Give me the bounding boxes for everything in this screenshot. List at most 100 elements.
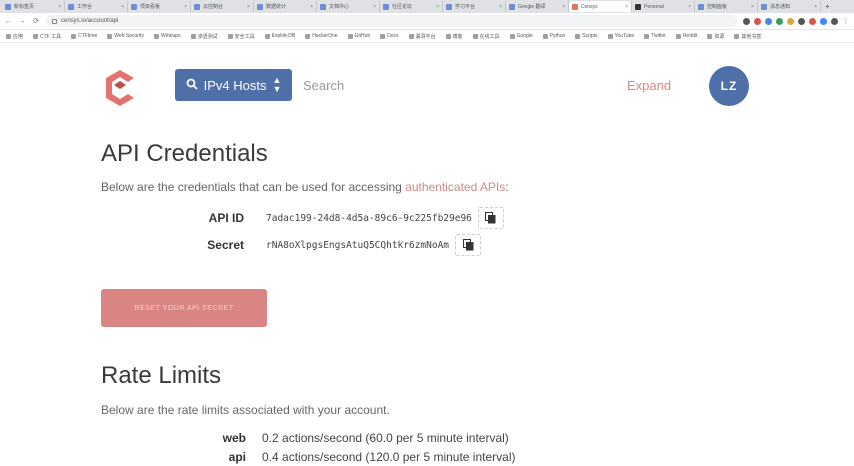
bookmark[interactable]: Writeups [153, 33, 181, 39]
bookmark[interactable]: 安全工具 [227, 33, 255, 40]
close-icon[interactable]: × [814, 4, 817, 10]
extension-icon[interactable] [754, 17, 761, 25]
bookmark[interactable]: Exploit-DB [264, 33, 295, 39]
close-icon[interactable]: × [121, 4, 124, 10]
extension-icon[interactable] [787, 17, 794, 25]
bookmark-icon [607, 33, 613, 39]
extension-icon[interactable] [798, 17, 805, 25]
forward-icon[interactable]: → [18, 18, 26, 25]
bookmark[interactable]: Twitter [644, 33, 666, 39]
browser-tab[interactable]: 云控制台 × [191, 1, 254, 12]
close-icon[interactable]: × [247, 4, 250, 10]
browser-tab[interactable]: Personal × [632, 1, 695, 12]
tab-favicon [194, 3, 200, 10]
browser-tab[interactable]: 数据统计 × [254, 1, 317, 12]
browser-tab[interactable]: 项目看板 × [128, 1, 191, 12]
extension-icon[interactable] [820, 17, 827, 25]
search-input[interactable] [303, 74, 563, 96]
bookmark-icon [305, 33, 311, 39]
bookmark[interactable]: Reddit [675, 33, 697, 39]
authenticated-apis-link[interactable]: authenticated APIs [405, 180, 505, 194]
close-icon[interactable]: × [562, 4, 565, 10]
url-text: censys.io/account/api [61, 18, 119, 24]
copy-secret-button[interactable] [455, 234, 482, 256]
copy-api-id-button[interactable] [477, 207, 504, 229]
user-avatar[interactable]: LZ [709, 66, 749, 106]
browser-tab[interactable]: 控制面板 × [695, 1, 758, 12]
close-icon[interactable]: × [751, 4, 754, 10]
expand-link[interactable]: Expand [627, 78, 671, 93]
close-icon[interactable]: × [58, 4, 61, 10]
tab-favicon [320, 3, 326, 10]
close-icon[interactable]: × [184, 4, 187, 10]
close-icon[interactable]: × [688, 4, 691, 10]
bookmark[interactable]: 漏洞平台 [408, 33, 436, 40]
copy-icon [485, 212, 496, 224]
api-id-row: API ID 7adac199-24d8-4d5a-89c6-9c225fb29… [180, 207, 504, 229]
bookmark[interactable]: Web Security [107, 33, 144, 39]
tab-favicon [383, 3, 389, 10]
browser-tab[interactable]: 消息通知 × [758, 1, 821, 12]
bookmark[interactable]: HackerOne [305, 33, 338, 39]
rate-limit-row: web 0.2 actions/second (60.0 per 5 minut… [101, 431, 509, 445]
bookmark-icon [107, 33, 113, 39]
close-icon[interactable]: × [625, 4, 628, 10]
bookmark-icon [6, 33, 11, 39]
tab-favicon [698, 3, 704, 10]
browser-tab[interactable]: 新标签页 × [2, 1, 65, 12]
bookmarks-bar: 应用 CTF 工具 CTFtime Web Security Writeups … [0, 30, 854, 43]
browser-tab[interactable]: 社区论坛 × [380, 1, 443, 12]
close-icon[interactable]: × [436, 4, 439, 10]
browser-tab-bar: 新标签页 × 工作台 × 项目看板 × 云控制台 × 数据统计 × 文档中心 × 社区论坛 ×… [0, 0, 854, 13]
secret-value[interactable]: rNA8oXlpgsEngsAtuQ5CQhtkr6zmNoAm [266, 240, 449, 251]
back-icon[interactable]: ← [4, 18, 12, 25]
bookmark[interactable]: 应用 [6, 33, 23, 40]
bookmark-icon [71, 33, 77, 39]
bookmark-icon [472, 33, 478, 39]
url-field[interactable]: censys.io/account/api [46, 15, 737, 27]
bookmark[interactable]: Python [542, 33, 565, 39]
extension-icon[interactable] [765, 17, 772, 25]
tab-favicon [131, 3, 137, 10]
api-credentials-heading: API Credentials [101, 140, 268, 167]
search-type-select[interactable]: IPv4 Hosts ▲ ▼ [175, 69, 292, 101]
browser-tab[interactable]: 学习平台 × [443, 1, 506, 12]
close-icon[interactable]: × [499, 4, 502, 10]
menu-icon[interactable]: ⋮ [842, 17, 850, 25]
bookmark[interactable]: Google [509, 33, 533, 39]
profile-icon[interactable] [831, 17, 838, 25]
bookmark[interactable]: 博客 [445, 33, 463, 40]
bookmark[interactable]: 其他书签 [734, 33, 761, 40]
bookmark-icon [734, 33, 740, 39]
extension-icons: ⋮ [743, 17, 850, 25]
bookmark-icon [707, 33, 713, 39]
secret-row: Secret rNA8oXlpgsEngsAtuQ5CQhtkr6zmNoAm [180, 234, 482, 256]
censys-logo[interactable] [104, 70, 136, 106]
extension-icon[interactable] [743, 17, 750, 25]
browser-tab[interactable]: Google 翻译 × [506, 1, 569, 12]
close-icon[interactable]: × [373, 4, 376, 10]
bookmark[interactable]: YouTube [607, 33, 634, 39]
extension-icon[interactable] [809, 17, 816, 25]
api-id-value[interactable]: 7adac199-24d8-4d5a-89c6-9c225fb29e96 [266, 213, 472, 224]
reset-api-secret-button[interactable]: RESET YOUR API SECRET [101, 289, 267, 327]
bookmark[interactable]: CTFtime [71, 33, 97, 39]
bookmark[interactable]: Docs [380, 33, 399, 39]
bookmark[interactable]: 在线工具 [472, 33, 500, 40]
extension-icon[interactable] [776, 17, 783, 25]
bookmark[interactable]: GitHub [347, 33, 370, 39]
new-tab-icon[interactable]: + [825, 2, 830, 11]
close-icon[interactable]: × [310, 4, 313, 10]
bookmark[interactable]: 资源 [707, 33, 724, 40]
bookmark-icon [347, 33, 353, 39]
browser-tab[interactable]: 文档中心 × [317, 1, 380, 12]
rate-limit-row: api 0.4 actions/second (120.0 per 5 minu… [101, 450, 516, 464]
bookmark[interactable]: Scripts [575, 33, 598, 39]
bookmark[interactable]: CTF 工具 [33, 33, 61, 40]
browser-tab[interactable]: 工作台 × [65, 1, 128, 12]
bookmark[interactable]: 渗透测试 [190, 33, 218, 40]
browser-tab-active[interactable]: Censys × [569, 1, 632, 12]
reload-icon[interactable]: ⟳ [32, 17, 40, 25]
api-id-label: API ID [208, 211, 244, 225]
rate-limit-label: api [228, 450, 246, 464]
